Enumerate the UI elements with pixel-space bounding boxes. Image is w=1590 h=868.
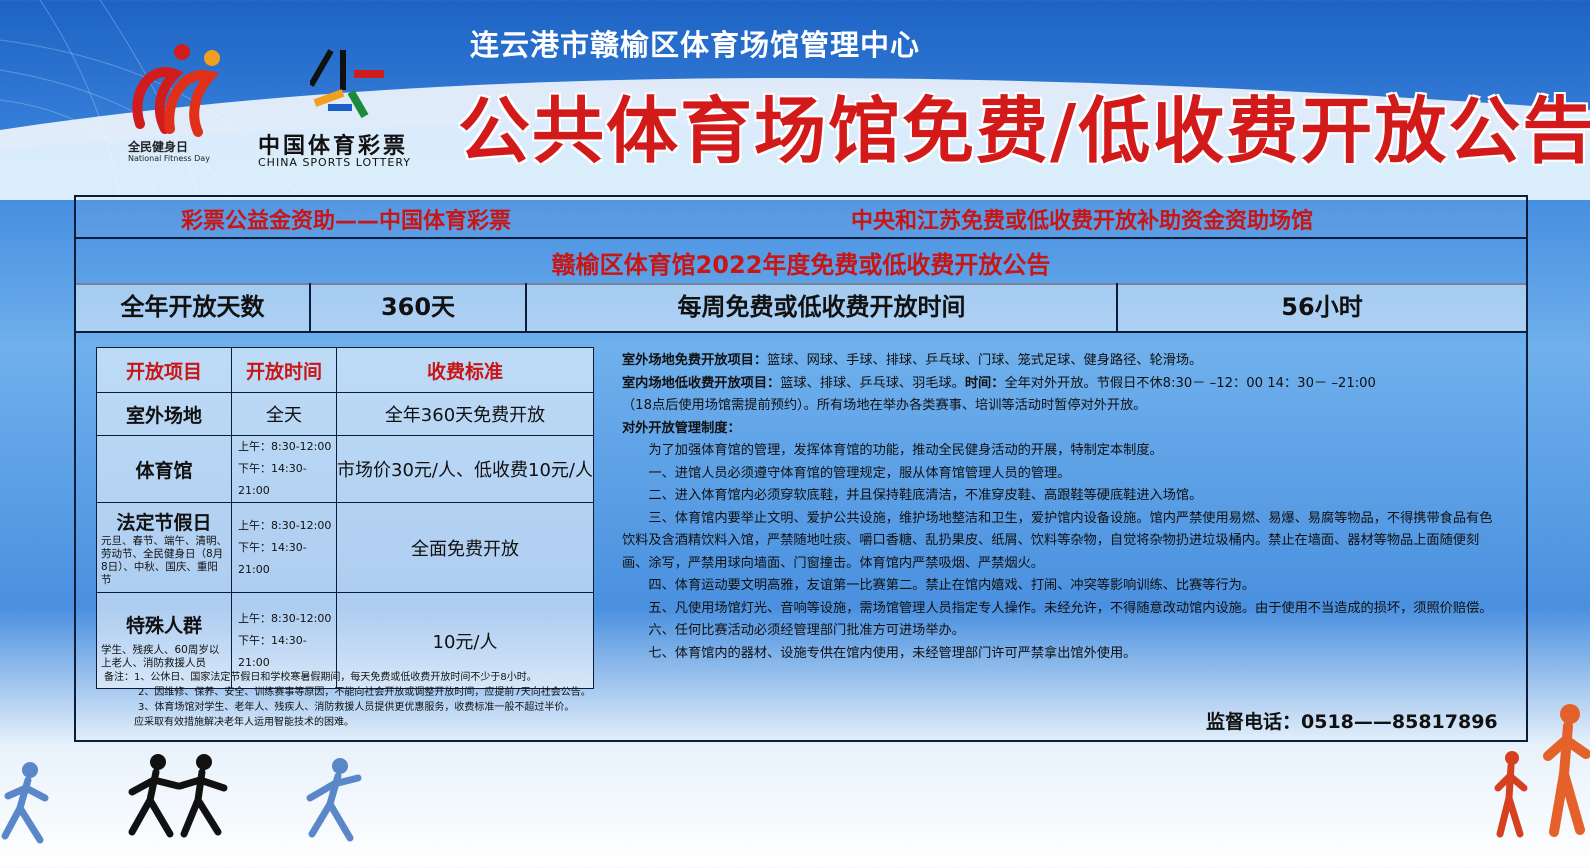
col-header-time: 开放时间 [231,347,337,393]
row-fee: 全面免费开放 [336,502,594,593]
col-header-item: 开放项目 [96,347,232,393]
rule-item: 六、任何比赛活动必须经管理部门批准方可进场举办。 [648,623,965,638]
runner-silhouette-icon [1,762,49,844]
rule-item: 三、体育馆内要举止文明、爱护公共设施，维护场地整洁和卫生，爱护馆内设备设施。馆内… [622,510,1493,571]
notes: 备注：1、公休日、国家法定节假日和学校寒暑假期间，每天免费或低收费开放时间不少于… [104,670,604,730]
indoor-text: 篮球、排球、乒乓球、羽毛球。 [780,375,965,391]
sponsor-row: 彩票公益金资助——中国体育彩票 中央和江苏免费或低收费开放补助资金资助场馆 [76,197,1526,239]
rule-item: 一、进馆人员必须遵守体育馆的管理规定，服从体育馆管理人员的管理。 [648,465,1071,481]
rule-item: 二、进入体育馆内必须穿软底鞋，并且保持鞋底清洁，不准穿皮鞋、高跟鞋等硬底鞋进入场… [648,488,1203,503]
row-desc: 元旦、春节、端午、清明、劳动节、全民健身日（8月8日）、中秋、国庆、重阳节 [101,535,227,586]
stat-days-value: 360天 [311,283,527,331]
col-header-fee: 收费标准 [336,347,594,393]
organization-name: 连云港市赣榆区体育场馆管理中心 [470,28,921,62]
note-line: 备注：1、公休日、国家法定节假日和学校寒暑假期间，每天免费或低收费开放时间不少于… [104,672,537,683]
row-fee: 全年360天免费开放 [336,392,594,436]
row-name: 法定节假日 [116,512,212,534]
supervision-phone: 监督电话：0518——85817896 [1206,711,1498,733]
runner-silhouette-icon [1543,704,1590,837]
notice-subtitle: 赣榆区体育馆2022年度免费或低收费开放公告 [551,251,1051,279]
logo-fitness-cn: 全民健身日 [128,140,189,154]
time-pm: 下午：14:30-21:00 [238,633,307,669]
china-sports-lottery-logo [310,49,384,119]
logo-fitness-en: National Fitness Day [128,154,210,163]
stat-hours-value: 56小时 [1281,293,1363,321]
table-row: 体育馆 上午：8:30-12:00 下午：14:30-21:00 市场价30元/… [96,435,594,503]
runner-silhouette-icon [306,758,362,842]
fee-table-header: 开放项目 开放时间 收费标准 [96,347,594,393]
rule-item: 七、体育馆内的器材、设施专供在馆内使用，未经管理部门许可严禁拿出馆外使用。 [648,645,1137,661]
time-am: 上午：8:30-12:00 [238,440,332,453]
rules-text: 室外场地免费开放项目：篮球、网球、手球、排球、乒乓球、门球、笼式足球、健身路径、… [622,350,1502,665]
row-desc: 学生、残疾人、60周岁以上老人、消防救援人员 [101,644,220,669]
page-title: 公共体育场馆免费/低收费开放公告 [458,89,1590,173]
row-time: 上午：8:30-12:00 下午：14:30-21:00 [231,435,337,503]
stat-days-label: 全年开放天数 [76,283,311,331]
stat-hours-label: 每周免费或低收费开放时间 [527,283,1118,331]
row-name: 体育馆 [96,435,232,503]
subtitle-row: 赣榆区体育馆2022年度免费或低收费开放公告 [76,237,1526,285]
time-note-line: （18点后使用场馆需提前预约）。所有场地在举办各类赛事、培训等活动时暂停对外开放… [622,398,1147,413]
indoor-label: 室内场地低收费开放项目： [622,375,781,391]
fee-table: 开放项目 开放时间 收费标准 室外场地 全天 全年360天免费开放 体育馆 上午… [96,347,594,689]
note-line: 3、体育场馆对学生、老年人、残疾人、消防救援人员提供更优惠服务，收费标准一般不超… [138,702,575,713]
outdoor-line: 室外场地免费开放项目：篮球、网球、手球、排球、乒乓球、门球、笼式足球、健身路径、… [622,350,1502,373]
outdoor-text: 篮球、网球、手球、排球、乒乓球、门球、笼式足球、健身路径、轮滑场。 [767,353,1203,368]
mgmt-heading: 对外开放管理制度： [622,418,1502,441]
logo-lottery-en: CHINA SPORTS LOTTERY [258,156,412,169]
time-pm: 下午：14:30-21:00 [238,462,307,497]
sponsor-right: 中央和江苏免费或低收费开放补助资金资助场馆 [851,209,1314,234]
sponsor-left: 彩票公益金资助——中国体育彩票 [181,209,512,234]
rule-item: 四、体育运动要文明高雅，友谊第一比赛第二。禁止在馆内嬉戏、打闹、冲突等影响训练、… [648,578,1256,593]
row-time: 全天 [231,392,337,436]
time-text: 全年对外开放。节假日不休8:30－ –12：00 14：30－ –21:00 [1004,375,1376,391]
stats-row: 全年开放天数 360天 每周免费或低收费开放时间 56小时 [76,283,1526,333]
row-name: 室外场地 [96,392,232,436]
mgmt-label: 对外开放管理制度： [622,420,741,436]
time-am: 上午：8:30-12:00 [238,518,332,532]
rule-item: 五、凡使用场馆灯光、音响等设施，需场馆管理人员指定专人操作。未经允许，不得随意改… [648,600,1493,616]
row-name-cell: 法定节假日 元旦、春节、端午、清明、劳动节、全民健身日（8月8日）、中秋、国庆、… [96,502,232,593]
time-am: 上午：8:30-12:00 [238,611,332,625]
table-row: 法定节假日 元旦、春节、端午、清明、劳动节、全民健身日（8月8日）、中秋、国庆、… [96,502,594,593]
note-line: 2、因维修、保养、安全、训练赛事等原因，不能向社会开放或调整开放时间，应提前7天… [138,687,591,698]
row-time: 上午：8:30-12:00 下午：14:30-21:00 [231,502,337,593]
table-row: 室外场地 全天 全年360天免费开放 [96,392,594,436]
row-name: 特殊人群 [125,615,202,637]
row-fee: 市场价30元/人、低收费10元/人 [336,435,594,503]
time-label: 时间： [964,375,1005,391]
time-pm: 下午：14:30-21:00 [238,540,307,576]
relay-runners-silhouette-icon [128,754,228,838]
rule-item: 为了加强体育馆的管理，发挥体育馆的功能，推动全民健身活动的开展，特制定本制度。 [648,443,1163,458]
indoor-line: 室内场地低收费开放项目：篮球、排球、乒乓球、羽毛球。时间：全年对外开放。节假日不… [622,373,1502,396]
runner-silhouette-icon [1494,751,1528,838]
outdoor-label: 室外场地免费开放项目： [622,353,768,368]
note-line: 应采取有效措施解决老年人运用智能技术的困难。 [134,717,354,728]
